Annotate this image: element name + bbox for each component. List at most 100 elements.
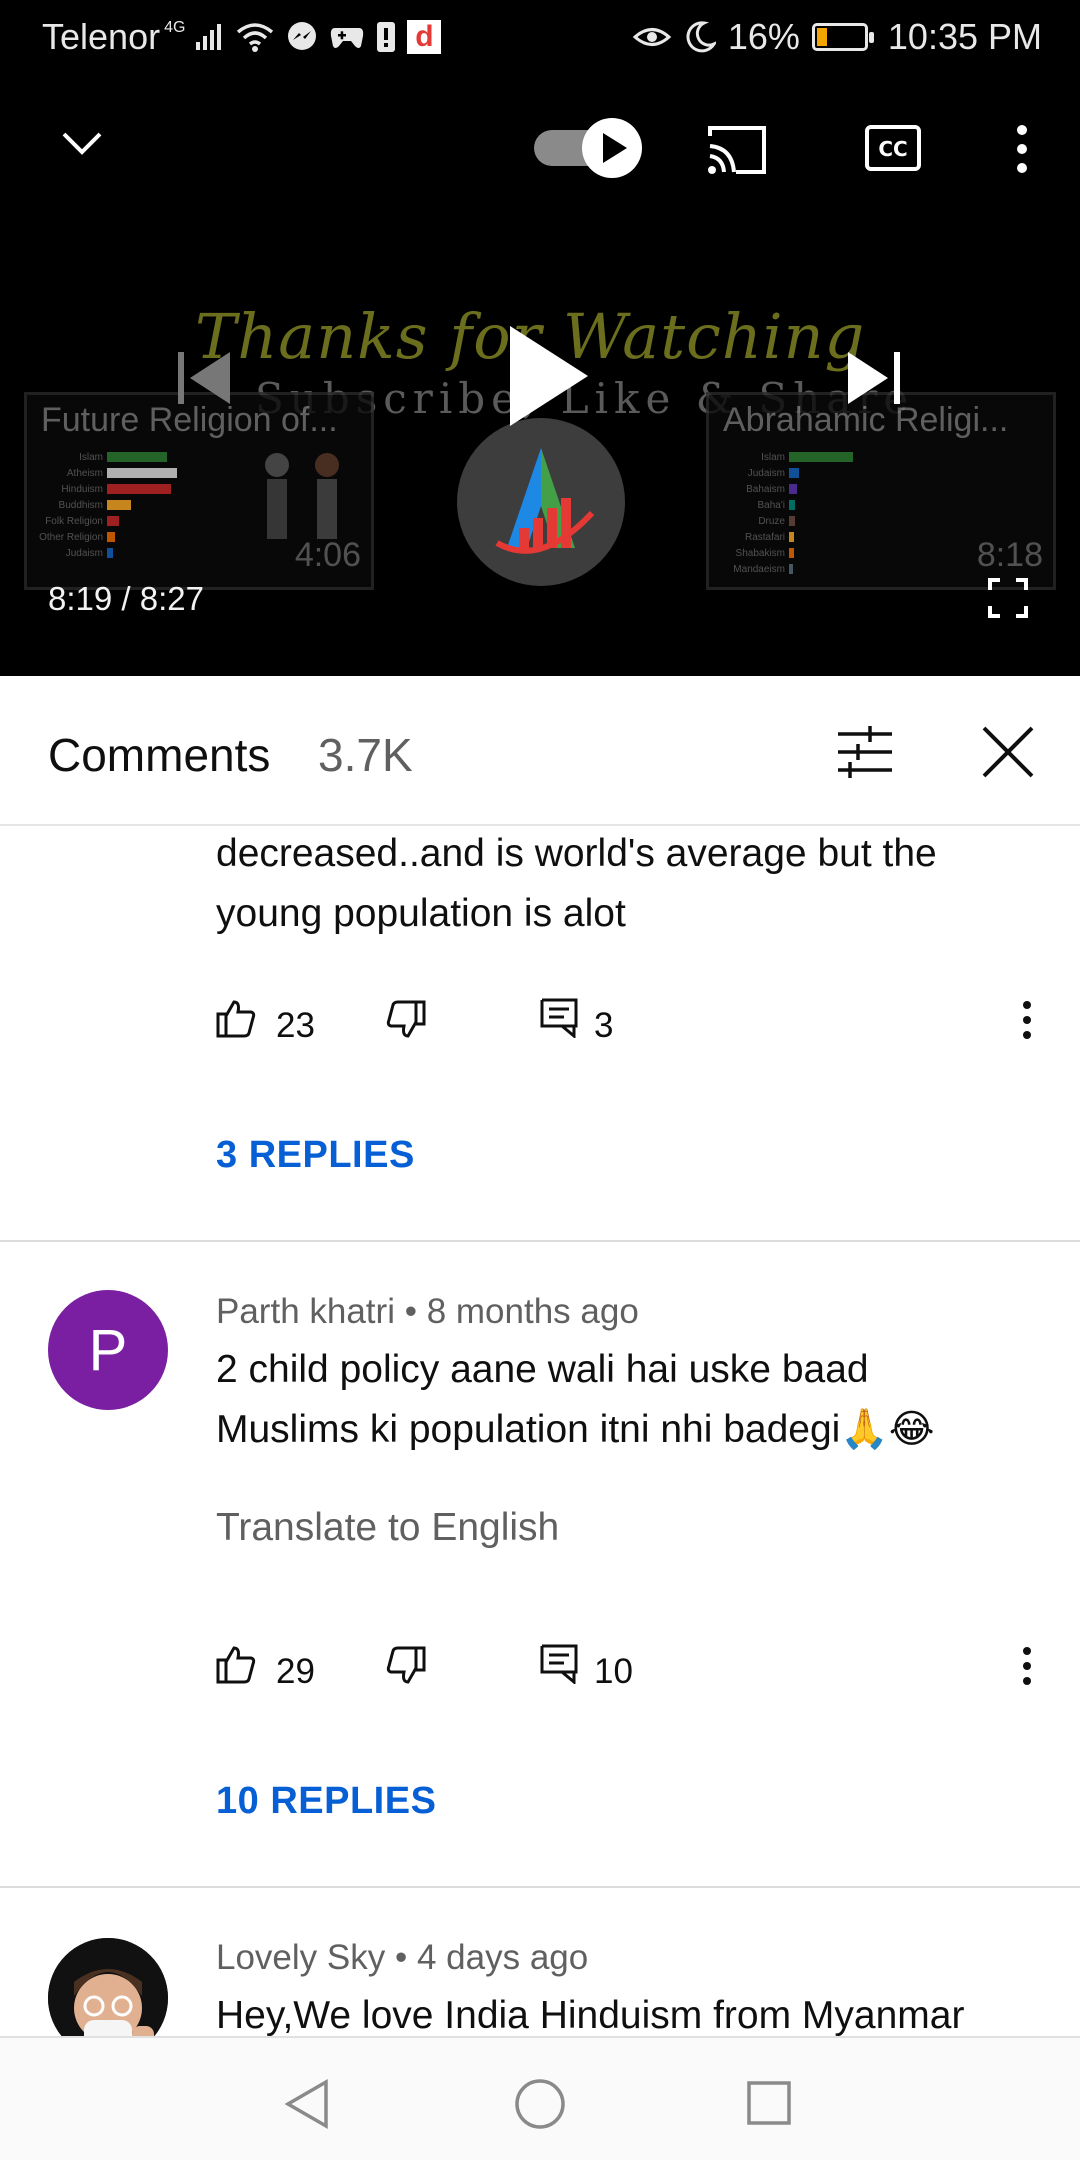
comment-menu-icon[interactable] <box>1020 1000 1034 1045</box>
thumbnail-bar <box>107 548 113 558</box>
end-card-duration: 8:18 <box>976 536 1043 574</box>
thumbnail-bar <box>789 532 794 542</box>
dislike-icon[interactable] <box>386 1000 426 1045</box>
battery-icon <box>811 23 874 51</box>
like-icon[interactable] <box>216 1644 256 1689</box>
eye-comfort-icon <box>632 17 672 57</box>
thumbnail-bar-label: Islam <box>761 451 785 463</box>
thumbnail-bar <box>789 452 853 462</box>
end-card-left-video[interactable]: Future Religion of... Islam Atheism Hindui… <box>24 392 374 590</box>
thumbnail-bar-row: Shabakism <box>719 545 853 561</box>
thumbnail-bar <box>107 500 131 510</box>
autoplay-toggle[interactable] <box>532 116 644 185</box>
like-count: 23 <box>276 1006 315 1045</box>
comments-count: 3.7K <box>318 729 413 781</box>
comment-actions: 29 10 <box>216 1644 1046 1704</box>
end-card-thumbnail-chart: Islam Judaism Bahaism Baha'i Druze Rastafari S… <box>719 449 853 577</box>
more-options-icon[interactable] <box>1012 124 1032 179</box>
home-icon[interactable] <box>514 2078 566 2135</box>
fullscreen-icon[interactable] <box>988 578 1028 623</box>
thumbnail-bar-row: Atheism <box>37 465 177 481</box>
game-icon <box>329 17 365 57</box>
thumbnail-bar-row: Baha'i <box>719 497 853 513</box>
thumbnail-bar <box>789 516 795 526</box>
divider <box>0 1240 1080 1242</box>
reply-icon[interactable] <box>540 1644 578 1689</box>
thumbnail-bar-label: Other Religion <box>39 531 103 543</box>
comment-age: 8 months ago <box>426 1292 639 1331</box>
total-time: 8:27 <box>139 580 204 617</box>
play-icon[interactable] <box>506 324 590 433</box>
dislike-icon[interactable] <box>386 1646 426 1691</box>
thumbnail-bar-label: Hinduism <box>61 483 103 495</box>
previous-icon[interactable] <box>176 348 232 413</box>
thumbnail-bar <box>789 564 793 574</box>
thumbnail-bar-row: Islam <box>719 449 853 465</box>
reply-count: 10 <box>594 1652 633 1691</box>
thumbnail-bar-label: Mandaeism <box>733 563 785 575</box>
carrier-name: Telenor <box>42 16 161 57</box>
meta-dot: • <box>394 1938 408 1977</box>
avatar[interactable]: P <box>48 1290 168 1410</box>
signal-icon <box>195 17 225 57</box>
back-icon[interactable] <box>284 2078 330 2135</box>
comment-author[interactable]: Lovely Sky <box>216 1938 385 1977</box>
like-count: 29 <box>276 1652 315 1691</box>
thumbnail-bar <box>789 548 794 558</box>
comment-text-line: young population is alot <box>216 892 626 935</box>
minimize-chevron-icon[interactable] <box>60 130 104 163</box>
comment-menu-icon[interactable] <box>1020 1646 1034 1691</box>
thumbnail-bar-row: Folk Religion <box>37 513 177 529</box>
thumbnail-bar-label: Judaism <box>65 547 103 559</box>
meta-dot: • <box>404 1292 417 1331</box>
view-replies-button[interactable]: 3 REPLIES <box>216 1134 415 1177</box>
comment-text-line: 2 child policy aane wali hai uske baad <box>216 1348 869 1391</box>
thumbnail-bar-row: Rastafari <box>719 529 853 545</box>
playback-time: 8:19 / 8:27 <box>48 580 204 618</box>
captions-icon[interactable]: CC <box>864 124 922 177</box>
view-replies-button[interactable]: 10 REPLIES <box>216 1780 436 1823</box>
recents-icon[interactable] <box>746 2080 792 2131</box>
thumbnail-bar-row: Judaism <box>37 545 177 561</box>
thumbnail-bar <box>107 484 171 494</box>
avatar[interactable] <box>48 1938 168 2036</box>
thumbnail-bar-label: Atheism <box>66 467 103 479</box>
thumbnail-bar-row: Hinduism <box>37 481 177 497</box>
thumbnail-bar-label: Druze <box>758 515 785 527</box>
comment-actions: 23 3 <box>216 998 1046 1058</box>
comment-text: 2 child policy aane wali hai uske baad M… <box>216 1340 1036 1460</box>
translate-button[interactable]: Translate to English <box>216 1506 559 1550</box>
time-separator: / <box>121 580 131 617</box>
comment-text-line: Muslims ki population itni nhi badegi🙏😂 <box>216 1408 935 1451</box>
next-icon[interactable] <box>846 348 902 413</box>
end-card-thumbnail-chart: Islam Atheism Hinduism Buddhism Folk Religio… <box>37 449 177 561</box>
thumbnail-bar-row: Bahaism <box>719 481 853 497</box>
comment-text: decreased..and is world's average but th… <box>216 826 1036 944</box>
video-player[interactable]: Thanks for Watching Subscribe, Like & Sh… <box>0 72 1080 676</box>
thumbnail-bar <box>107 516 119 526</box>
end-card-right-video[interactable]: Abrahamic Religi... Islam Judaism Bahaism B… <box>706 392 1056 590</box>
comment-text-line: decreased..and is world's average but th… <box>216 832 937 875</box>
app-d-icon: d <box>407 20 442 54</box>
comment-author[interactable]: Parth khatri <box>216 1292 395 1331</box>
status-bar: Telenor 4G d 16% 10:35 PM <box>0 0 1080 72</box>
avatar-letter: P <box>88 1317 128 1383</box>
thumbnail-bar-row: Islam <box>37 449 177 465</box>
battery-percent: 16% <box>727 16 800 57</box>
thumbnail-bar <box>107 532 115 542</box>
sort-filter-icon[interactable] <box>836 724 894 785</box>
comment-list[interactable]: decreased..and is world's average but th… <box>0 826 1080 2036</box>
end-card-duration: 4:06 <box>294 536 361 574</box>
like-icon[interactable] <box>216 998 256 1043</box>
close-icon[interactable] <box>982 726 1034 783</box>
reply-icon[interactable] <box>540 998 578 1043</box>
comment-meta: Parth khatri • 8 months ago <box>216 1292 639 1332</box>
channel-logo <box>457 418 625 586</box>
thumbnail-bar-label: Judaism <box>747 467 785 479</box>
thumbnail-bar-label: Folk Religion <box>45 515 103 527</box>
cast-icon[interactable] <box>706 122 768 181</box>
thumbnail-bar-row: Mandaeism <box>719 561 853 577</box>
comment-age: 4 days ago <box>416 1938 589 1977</box>
thumbnail-bar <box>107 468 177 478</box>
clock: 10:35 PM <box>887 16 1042 57</box>
